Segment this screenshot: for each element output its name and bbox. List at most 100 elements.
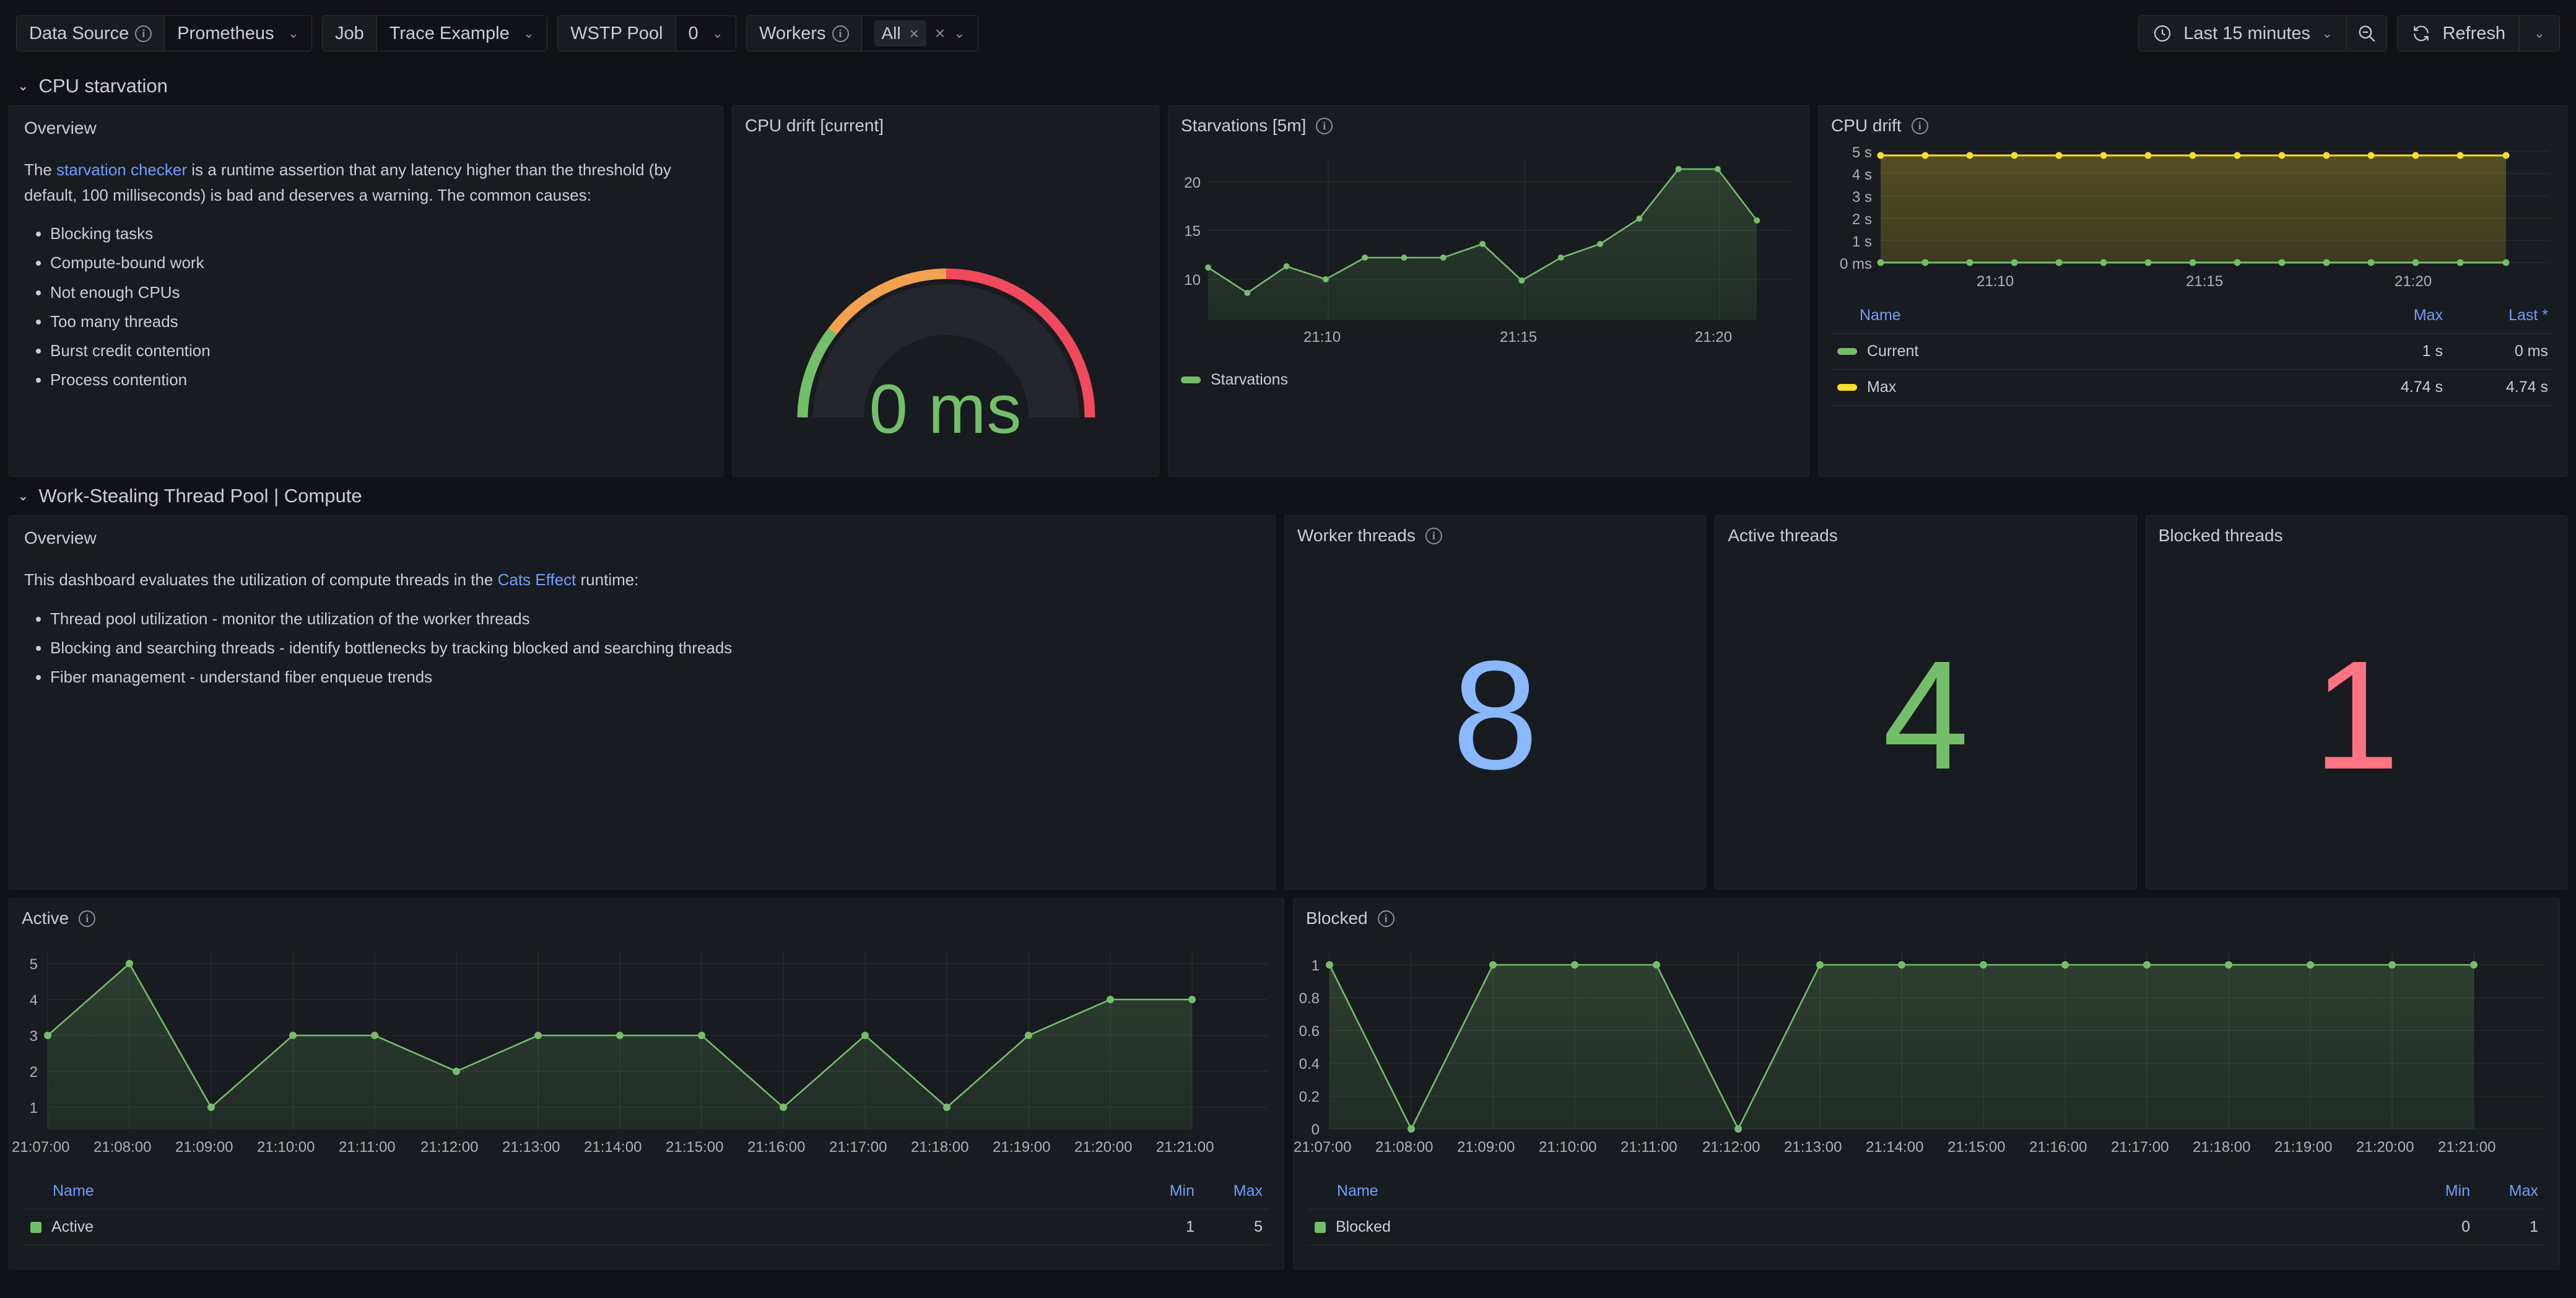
legend-col-max[interactable]: Max [2476,1178,2544,1209]
legend-col-max[interactable]: Max [1201,1178,1269,1209]
legend-value-max: 1 s [2344,333,2449,370]
table-row[interactable]: Blocked 0 1 [1308,1209,2544,1245]
legend-col-name[interactable]: Name [1831,303,2344,334]
starvation-checker-link[interactable]: starvation checker [56,160,187,179]
refresh-button[interactable]: Refresh [2398,16,2519,51]
variable-select-job[interactable]: Trace Example ⌄ [376,16,547,51]
x-axis-tick: 21:08:00 [94,1139,152,1156]
active-threads-value: 4 [1882,629,1969,801]
refresh-group: Refresh ⌄ [2397,15,2560,51]
x-axis-tick: 21:20:00 [1074,1139,1133,1156]
legend-col-name[interactable]: Name [24,1178,1133,1209]
close-icon[interactable]: × [910,24,919,43]
panel-active: Active i 5 4 3 2 1 21:07:00 21:08:00 21:… [9,898,1284,1270]
x-axis-tick: 21:14:00 [584,1139,642,1156]
legend-col-name[interactable]: Name [1308,1178,2408,1209]
variable-value-text: Prometheus [177,23,274,43]
cpu-drift-legend: Name Max Last * Current 1 s 0 ms Max 4.7… [1819,288,2567,406]
legend-color-swatch [1837,384,1857,391]
variable-label-workers: Workers i [747,16,862,51]
info-icon[interactable]: i [1316,117,1333,134]
panel-title-worker-threads: Worker threads i [1285,516,1705,546]
refresh-icon [2411,24,2431,43]
chevron-down-icon: ⌄ [17,488,29,503]
info-icon[interactable]: i [79,910,96,927]
x-axis-tick: 21:16:00 [747,1139,806,1156]
variable-label-text: WSTP Pool [570,23,663,43]
time-range-picker[interactable]: Last 15 minutes ⌄ [2139,16,2347,51]
legend-value-max: 1 [2476,1209,2544,1245]
panel-starvations: Starvations [5m] i 20 15 10 21:10 21:15 … [1168,105,1809,477]
legend-col-min[interactable]: Min [1133,1178,1201,1209]
overview-bullet-list: Blocking tasks Compute-bound work Not en… [50,221,708,393]
y-axis-tick: 3 s [1852,189,1872,206]
x-axis-tick: 21:15:00 [1947,1139,2006,1156]
legend-color-swatch [1315,1221,1326,1233]
legend-label: Starvations [1211,371,1289,388]
legend-header-row: Name Min Max [24,1178,1269,1209]
zoom-out-button[interactable] [2347,16,2387,51]
variable-select-workers[interactable]: All × × ⌄ [861,16,978,51]
y-axis-tick: 15 [1184,223,1201,240]
legend-col-min[interactable]: Min [2408,1178,2476,1209]
refresh-interval-dropdown[interactable]: ⌄ [2520,16,2559,51]
y-axis-tick: 10 [1184,272,1201,289]
x-axis-tick: 21:21:00 [1156,1139,1214,1156]
x-axis-tick: 21:13:00 [502,1139,560,1156]
panel-starvation-overview: Overview The starvation checker is a run… [9,105,723,477]
cpu-drift-current-points [1877,259,2510,266]
legend-col-last[interactable]: Last * [2449,303,2554,334]
table-row[interactable]: Active 1 5 [24,1209,1269,1245]
time-range-label: Last 15 minutes [2183,23,2311,43]
cpu-drift-chart-body: 5 s 4 s 3 s 2 s 1 s 0 ms 21:10 21:15 21:… [1819,136,2567,290]
legend-col-max[interactable]: Max [2344,303,2449,334]
variable-select-data-source[interactable]: Prometheus ⌄ [165,16,311,51]
x-axis-tick: 21:07:00 [12,1139,70,1156]
panel-row-2: Overview This dashboard evaluates the ut… [9,515,2568,889]
info-icon[interactable]: i [832,25,849,42]
legend-item-starvations[interactable]: Starvations [1181,371,1288,389]
row-header-wstp-compute[interactable]: ⌄ Work-Stealing Thread Pool | Compute [9,477,2567,515]
row-header-cpu-starvation[interactable]: ⌄ CPU starvation [9,67,2567,105]
table-row[interactable]: Current 1 s 0 ms [1831,333,2554,370]
variable-pill-all[interactable]: All × [874,20,926,46]
variable-wstp-pool: WSTP Pool 0 ⌄ [557,15,737,51]
info-icon[interactable]: i [1911,117,1928,134]
variable-data-source: Data Source i Prometheus ⌄ [16,15,312,51]
blocked-chart-body: 1 0.8 0.6 0.4 0.2 0 21:07:00 21:08:00 21… [1294,928,2559,1176]
x-axis-tick: 21:10:00 [1539,1139,1597,1156]
variable-pill-label: All [881,24,901,43]
info-icon[interactable]: i [1377,910,1395,927]
cats-effect-link[interactable]: Cats Effect [498,570,577,589]
overview-paragraph: This dashboard evaluates the utilization… [24,567,1260,592]
clear-all-icon[interactable]: × [935,24,945,43]
overview-text-pre: This dashboard evaluates the utilization… [24,570,498,590]
y-axis-tick: 5 s [1852,144,1872,161]
legend-name-cell: Current [1831,333,2344,370]
legend-series-name: Active [51,1218,94,1235]
panel-title-text: Starvations [5m] [1181,116,1307,135]
info-icon[interactable]: i [135,25,152,42]
panel-row-1: Overview The starvation checker is a run… [9,105,2567,477]
variable-select-wstp-pool[interactable]: 0 ⌄ [676,16,736,51]
starvation-overview-body: Overview The starvation checker is a run… [9,106,723,409]
panel-cpu-drift: CPU drift i 5 s 4 s 3 s 2 s 1 s 0 ms 21:… [1818,105,2567,477]
panel-title-text: Active threads [1728,526,1838,545]
table-row[interactable]: Max 4.74 s 4.74 s [1831,369,2554,406]
clock-icon [2152,24,2172,43]
y-axis-tick: 0.6 [1299,1023,1320,1040]
variable-label-text: Data Source [29,23,129,43]
panel-worker-threads: Worker threads i 8 [1284,515,1707,889]
overview-heading: Overview [24,528,97,547]
info-icon[interactable]: i [1425,527,1442,544]
x-axis-tick: 21:15 [2186,273,2224,290]
starvations-chart-body: 20 15 10 21:10 21:15 21:20 Starvations [1168,136,1809,470]
variable-label-text: Job [335,23,364,43]
legend-value-min: 0 [2408,1209,2476,1245]
overview-text-pre: The [24,160,57,180]
y-axis-tick: 1 s [1852,233,1872,250]
x-axis-tick: 21:19:00 [993,1139,1051,1156]
panel-cpu-drift-gauge: CPU drift [current] 0 ms [732,105,1159,477]
legend-series-name: Current [1867,342,1919,360]
x-axis-tick: 21:20 [1695,329,1733,346]
